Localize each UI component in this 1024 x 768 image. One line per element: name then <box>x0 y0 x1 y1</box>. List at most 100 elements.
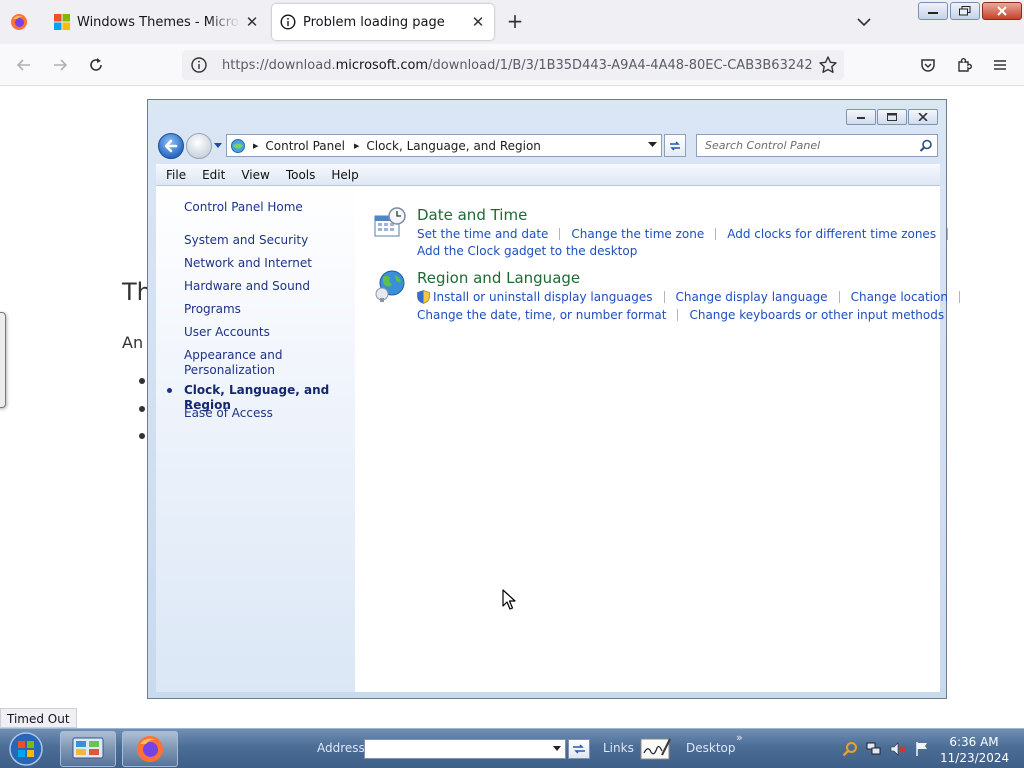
globe-icon[interactable] <box>373 269 407 303</box>
desktop-toolbar-label[interactable]: Desktop <box>686 741 736 755</box>
status-text: Timed Out <box>0 708 77 728</box>
taskbar-address-box[interactable] <box>364 739 566 759</box>
start-button[interactable] <box>4 731 48 767</box>
action-center-flag-icon[interactable] <box>914 741 930 757</box>
firefox-icon[interactable] <box>10 13 28 31</box>
change-location-link[interactable]: Change location <box>851 290 948 304</box>
close-window-button[interactable] <box>982 2 1022 20</box>
maximize-button[interactable] <box>877 109 907 125</box>
sidebar-home-link[interactable]: Control Panel Home <box>184 200 303 215</box>
back-button[interactable] <box>158 133 184 159</box>
refresh-button[interactable] <box>664 134 686 157</box>
close-tab-icon[interactable]: ✕ <box>244 14 260 30</box>
menu-file[interactable]: File <box>158 168 194 182</box>
sidebar-item-system-security[interactable]: System and Security <box>184 233 308 248</box>
main-pane: Date and Time Set the time and date Chan… <box>355 186 960 692</box>
breadcrumb[interactable]: ▶ Control Panel ▶ Clock, Language, and R… <box>226 134 662 157</box>
menu-help[interactable]: Help <box>323 168 366 182</box>
search-icon[interactable] <box>919 139 933 153</box>
close-tab-icon[interactable]: ✕ <box>470 14 486 30</box>
list-all-tabs-icon[interactable] <box>854 12 874 32</box>
sidebar-item-network-internet[interactable]: Network and Internet <box>184 256 312 271</box>
breadcrumb-control-panel[interactable]: Control Panel <box>265 139 345 153</box>
sidebar-item-user-accounts[interactable]: User Accounts <box>184 325 270 340</box>
install-display-languages-link[interactable]: Install or uninstall display languages <box>433 290 653 304</box>
toolbar-overflow-chevron-icon[interactable]: » <box>736 731 743 744</box>
network-icon[interactable] <box>866 741 882 757</box>
menu-tools[interactable]: Tools <box>278 168 324 182</box>
taskbar-address-input[interactable] <box>365 740 545 758</box>
breadcrumb-current[interactable]: Clock, Language, and Region <box>366 139 541 153</box>
category-title-link[interactable]: Date and Time <box>417 206 527 224</box>
minimize-button[interactable] <box>846 109 876 125</box>
link-separator <box>958 291 960 303</box>
menu-edit[interactable]: Edit <box>194 168 233 182</box>
sidebar-item-programs[interactable]: Programs <box>184 302 241 317</box>
tab-problem-loading[interactable]: Problem loading page ✕ <box>272 4 494 40</box>
list-bullet <box>139 406 145 412</box>
extensions-button[interactable] <box>952 53 976 77</box>
app-menu-button[interactable] <box>988 53 1012 77</box>
menu-view[interactable]: View <box>233 168 277 182</box>
breadcrumb-separator-icon[interactable]: ▶ <box>354 142 359 150</box>
taskbar-control-panel-button[interactable] <box>60 731 116 767</box>
pocket-button[interactable] <box>916 53 940 77</box>
tab-windows-themes[interactable]: Windows Themes - Microsoft Store ✕ <box>46 4 268 40</box>
sidebar-item-ease-of-access[interactable]: Ease of Access <box>184 406 273 421</box>
add-clocks-link[interactable]: Add clocks for different time zones <box>727 227 936 241</box>
add-clock-gadget-link[interactable]: Add the Clock gadget to the desktop <box>417 244 637 258</box>
change-keyboards-link[interactable]: Change keyboards or other input methods <box>689 308 944 322</box>
taskbar: Address Links Desktop » 6:36 AM 11/23/20… <box>0 728 1024 768</box>
mouse-cursor-icon <box>502 589 516 610</box>
url-bar[interactable]: https://download.microsoft.com/download/… <box>182 50 844 80</box>
system-clock[interactable]: 6:36 AM 11/23/2024 <box>940 734 1009 766</box>
restore-icon <box>959 6 971 16</box>
forward-button[interactable] <box>48 53 72 77</box>
taskbar-firefox-button[interactable] <box>122 731 178 767</box>
puzzle-piece-icon <box>958 58 972 72</box>
volume-muted-icon[interactable] <box>890 741 906 757</box>
url-host: microsoft.com <box>335 57 429 73</box>
link-separator <box>677 309 679 321</box>
site-info-icon[interactable] <box>190 56 208 74</box>
reload-button[interactable] <box>84 53 108 77</box>
refresh-icon <box>670 140 680 151</box>
restore-button[interactable] <box>950 2 980 20</box>
menu-bar: File Edit View Tools Help <box>156 164 940 186</box>
set-time-date-link[interactable]: Set the time and date <box>417 227 548 241</box>
category-title-link[interactable]: Region and Language <box>417 269 580 287</box>
chevron-down-icon[interactable] <box>648 142 657 148</box>
current-item-bullet <box>167 388 172 393</box>
window-titlebar[interactable] <box>148 100 946 130</box>
bookmark-star-icon[interactable] <box>818 55 838 75</box>
sidebar-item-appearance[interactable]: Appearance and Personalization <box>184 348 294 378</box>
close-icon <box>997 6 1007 16</box>
error-page-text: An <box>122 333 144 352</box>
search-box[interactable] <box>696 134 938 157</box>
back-button[interactable] <box>12 53 36 77</box>
breadcrumb-separator-icon[interactable]: ▶ <box>253 142 258 150</box>
offscreen-window-edge[interactable] <box>0 312 6 408</box>
chevron-down-icon[interactable] <box>553 746 561 751</box>
search-input[interactable] <box>705 139 910 152</box>
new-tab-button[interactable]: + <box>504 10 526 32</box>
recent-pages-dropdown-icon[interactable] <box>213 142 223 150</box>
address-go-button[interactable] <box>568 739 590 759</box>
change-display-language-link[interactable]: Change display language <box>676 290 828 304</box>
change-date-time-format-link[interactable]: Change the date, time, or number format <box>417 308 666 322</box>
forward-button[interactable] <box>186 133 212 159</box>
url-text[interactable]: https://download.microsoft.com/download/… <box>222 58 812 73</box>
list-bullet <box>139 433 145 439</box>
close-button[interactable] <box>908 109 938 125</box>
minimize-button[interactable] <box>918 2 948 20</box>
links-toolbar-label[interactable]: Links <box>603 741 634 755</box>
link-separator <box>663 291 665 303</box>
minimize-icon <box>928 12 938 14</box>
url-prefix: https://download. <box>222 57 336 73</box>
search-tray-icon[interactable] <box>842 741 858 757</box>
change-time-zone-link[interactable]: Change the time zone <box>571 227 704 241</box>
signature-pen-icon[interactable] <box>640 735 672 763</box>
url-path: /download/1/B/3/1B35D443-A9A4-4A48-80EC-… <box>428 57 812 73</box>
calendar-clock-icon[interactable] <box>373 206 407 240</box>
sidebar-item-hardware-sound[interactable]: Hardware and Sound <box>184 279 310 294</box>
